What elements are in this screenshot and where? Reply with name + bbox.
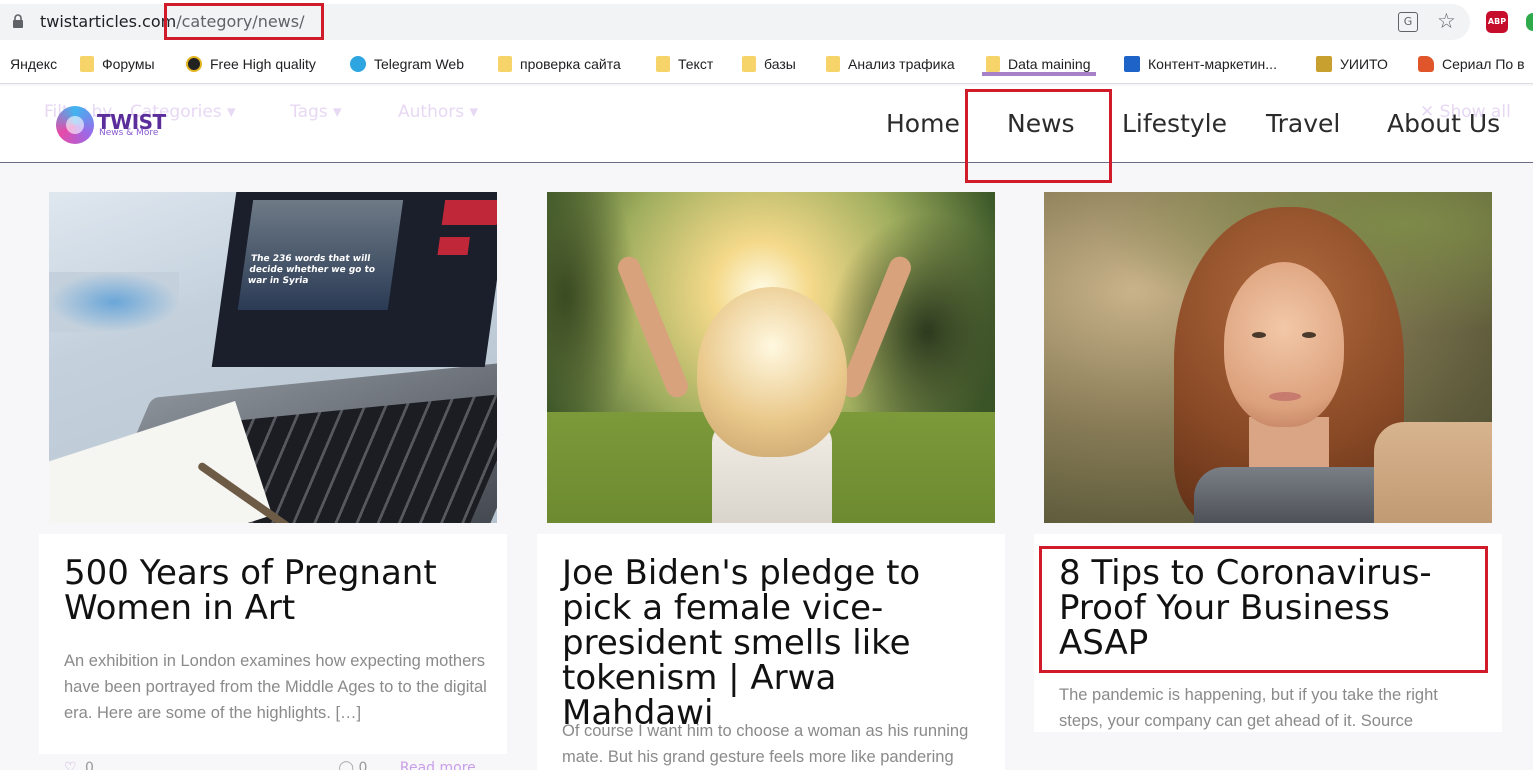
bookmark-forums[interactable]: Форумы bbox=[80, 54, 155, 74]
read-more-link[interactable]: Read more bbox=[400, 760, 476, 770]
nav-lifestyle[interactable]: Lifestyle bbox=[1122, 109, 1227, 138]
card-body: 500 Years of Pregnant Women in Art An ex… bbox=[39, 534, 507, 754]
extension-icon[interactable] bbox=[1526, 13, 1533, 31]
bookmark-label: проверка сайта bbox=[520, 56, 621, 72]
site-icon bbox=[186, 56, 202, 72]
logo-subtitle: News & More bbox=[99, 128, 159, 138]
photo-shape bbox=[1374, 422, 1492, 523]
bookmark-site-check[interactable]: проверка сайта bbox=[498, 54, 621, 74]
like-count: 0 bbox=[85, 760, 94, 770]
folder-icon bbox=[656, 56, 670, 72]
adblock-icon[interactable]: ABP bbox=[1486, 11, 1508, 33]
photo-shape bbox=[49, 272, 179, 332]
article-excerpt: The pandemic is happening, but if you ta… bbox=[1059, 686, 1438, 730]
bookmark-label: Анализ трафика bbox=[848, 56, 955, 72]
translate-icon[interactable]: G bbox=[1398, 12, 1418, 32]
bookmark-label: Сериал По в bbox=[1442, 56, 1525, 72]
site-icon bbox=[1418, 56, 1434, 72]
laptop-screen: The 236 words that will decide whether w… bbox=[211, 192, 497, 367]
bookmark-label: Форумы bbox=[102, 56, 155, 72]
bookmark-telegram[interactable]: Telegram Web bbox=[350, 54, 464, 74]
card-body: Joe Biden's pledge to pick a female vice… bbox=[537, 534, 1005, 770]
nav-travel[interactable]: Travel bbox=[1266, 109, 1340, 138]
bookmark-label: базы bbox=[764, 56, 796, 72]
url-path-highlight bbox=[164, 3, 324, 40]
telegram-icon bbox=[350, 56, 366, 72]
folder-icon bbox=[80, 56, 94, 72]
folder-icon bbox=[826, 56, 840, 72]
folder-icon bbox=[498, 56, 512, 72]
photo-shape bbox=[1269, 392, 1301, 401]
bookmark-text[interactable]: Текст bbox=[656, 54, 713, 74]
bookmark-label: Текст bbox=[678, 56, 714, 72]
card-footer: ♡ 0 ◯ 0 Read more bbox=[64, 760, 504, 770]
bookmark-star-icon[interactable]: ☆ bbox=[1437, 9, 1456, 33]
browser-address-bar: twistarticles.com/category/news/ G ☆ ABP bbox=[0, 0, 1533, 44]
comment-icon[interactable]: ◯ bbox=[338, 760, 354, 770]
article-title[interactable]: Joe Biden's pledge to pick a female vice… bbox=[562, 556, 992, 731]
article-excerpt: An exhibition in London examines how exp… bbox=[64, 652, 487, 722]
bookmark-label: Яндекс bbox=[10, 56, 58, 72]
site-header: Filter by Categories ▾ Tags ▾ Authors ▾ … bbox=[0, 86, 1533, 163]
article-excerpt: Of course I want him to choose a woman a… bbox=[562, 722, 969, 766]
bookmarks-bar: Яндекс Форумы Free High quality Telegram… bbox=[0, 44, 1533, 84]
laptop-news-photo[interactable]: The 236 words that will decide whether w… bbox=[49, 192, 497, 523]
folder-icon bbox=[742, 56, 756, 72]
bookmark-content-marketing[interactable]: Контент-маркетин... bbox=[1124, 54, 1277, 74]
folder-icon bbox=[986, 56, 1000, 72]
bookmark-label: Data maining bbox=[1008, 56, 1091, 72]
bookmark-serial[interactable]: Сериал По в bbox=[1418, 54, 1525, 74]
bookmark-bases[interactable]: базы bbox=[742, 54, 796, 74]
filter-tags[interactable]: Tags ▾ bbox=[290, 102, 342, 122]
heart-icon[interactable]: ♡ bbox=[64, 760, 77, 770]
nav-news-highlight bbox=[965, 89, 1112, 183]
bookmark-label: Free High quality bbox=[210, 56, 316, 72]
nav-about-us[interactable]: About Us bbox=[1387, 109, 1500, 138]
bookmark-label: Контент-маркетин... bbox=[1148, 56, 1277, 72]
site-icon bbox=[1124, 56, 1140, 72]
bookmark-yandex[interactable]: Яндекс bbox=[10, 54, 57, 74]
photo-shape bbox=[697, 287, 847, 457]
active-nav-underline bbox=[982, 72, 1096, 76]
bookmark-data-maining[interactable]: Data maining bbox=[986, 54, 1091, 74]
girl-sunlight-photo[interactable] bbox=[547, 192, 995, 523]
bookmark-free-high-quality[interactable]: Free High quality bbox=[186, 54, 316, 74]
photo-shape bbox=[1224, 262, 1344, 427]
bookmark-traffic[interactable]: Анализ трафика bbox=[826, 54, 955, 74]
logo-icon[interactable] bbox=[56, 106, 94, 144]
bookmark-uito[interactable]: УИИТО bbox=[1316, 54, 1388, 74]
bookmark-label: УИИТО bbox=[1340, 56, 1388, 72]
article-title[interactable]: 500 Years of Pregnant Women in Art bbox=[64, 556, 494, 626]
article-card[interactable]: The 236 words that will decide whether w… bbox=[39, 180, 507, 770]
photo-shape bbox=[1252, 332, 1266, 338]
article-title-highlight bbox=[1039, 546, 1488, 673]
site-icon bbox=[1316, 56, 1332, 72]
screen-headline: The 236 words that will decide whether w… bbox=[247, 254, 376, 286]
lock-icon bbox=[13, 14, 23, 28]
article-card[interactable]: Joe Biden's pledge to pick a female vice… bbox=[537, 180, 1005, 770]
woman-portrait-photo[interactable] bbox=[1044, 192, 1492, 523]
photo-shape bbox=[1302, 332, 1316, 338]
filter-authors[interactable]: Authors ▾ bbox=[398, 102, 478, 122]
url-domain: twistarticles.com bbox=[40, 12, 177, 31]
comment-count: 0 bbox=[358, 760, 368, 770]
article-card[interactable]: 8 Tips to Coronavirus-Proof Your Busines… bbox=[1034, 180, 1502, 770]
bookmark-label: Telegram Web bbox=[374, 56, 465, 72]
photo-shape bbox=[437, 237, 470, 255]
nav-home[interactable]: Home bbox=[886, 109, 960, 138]
photo-shape bbox=[441, 200, 497, 225]
